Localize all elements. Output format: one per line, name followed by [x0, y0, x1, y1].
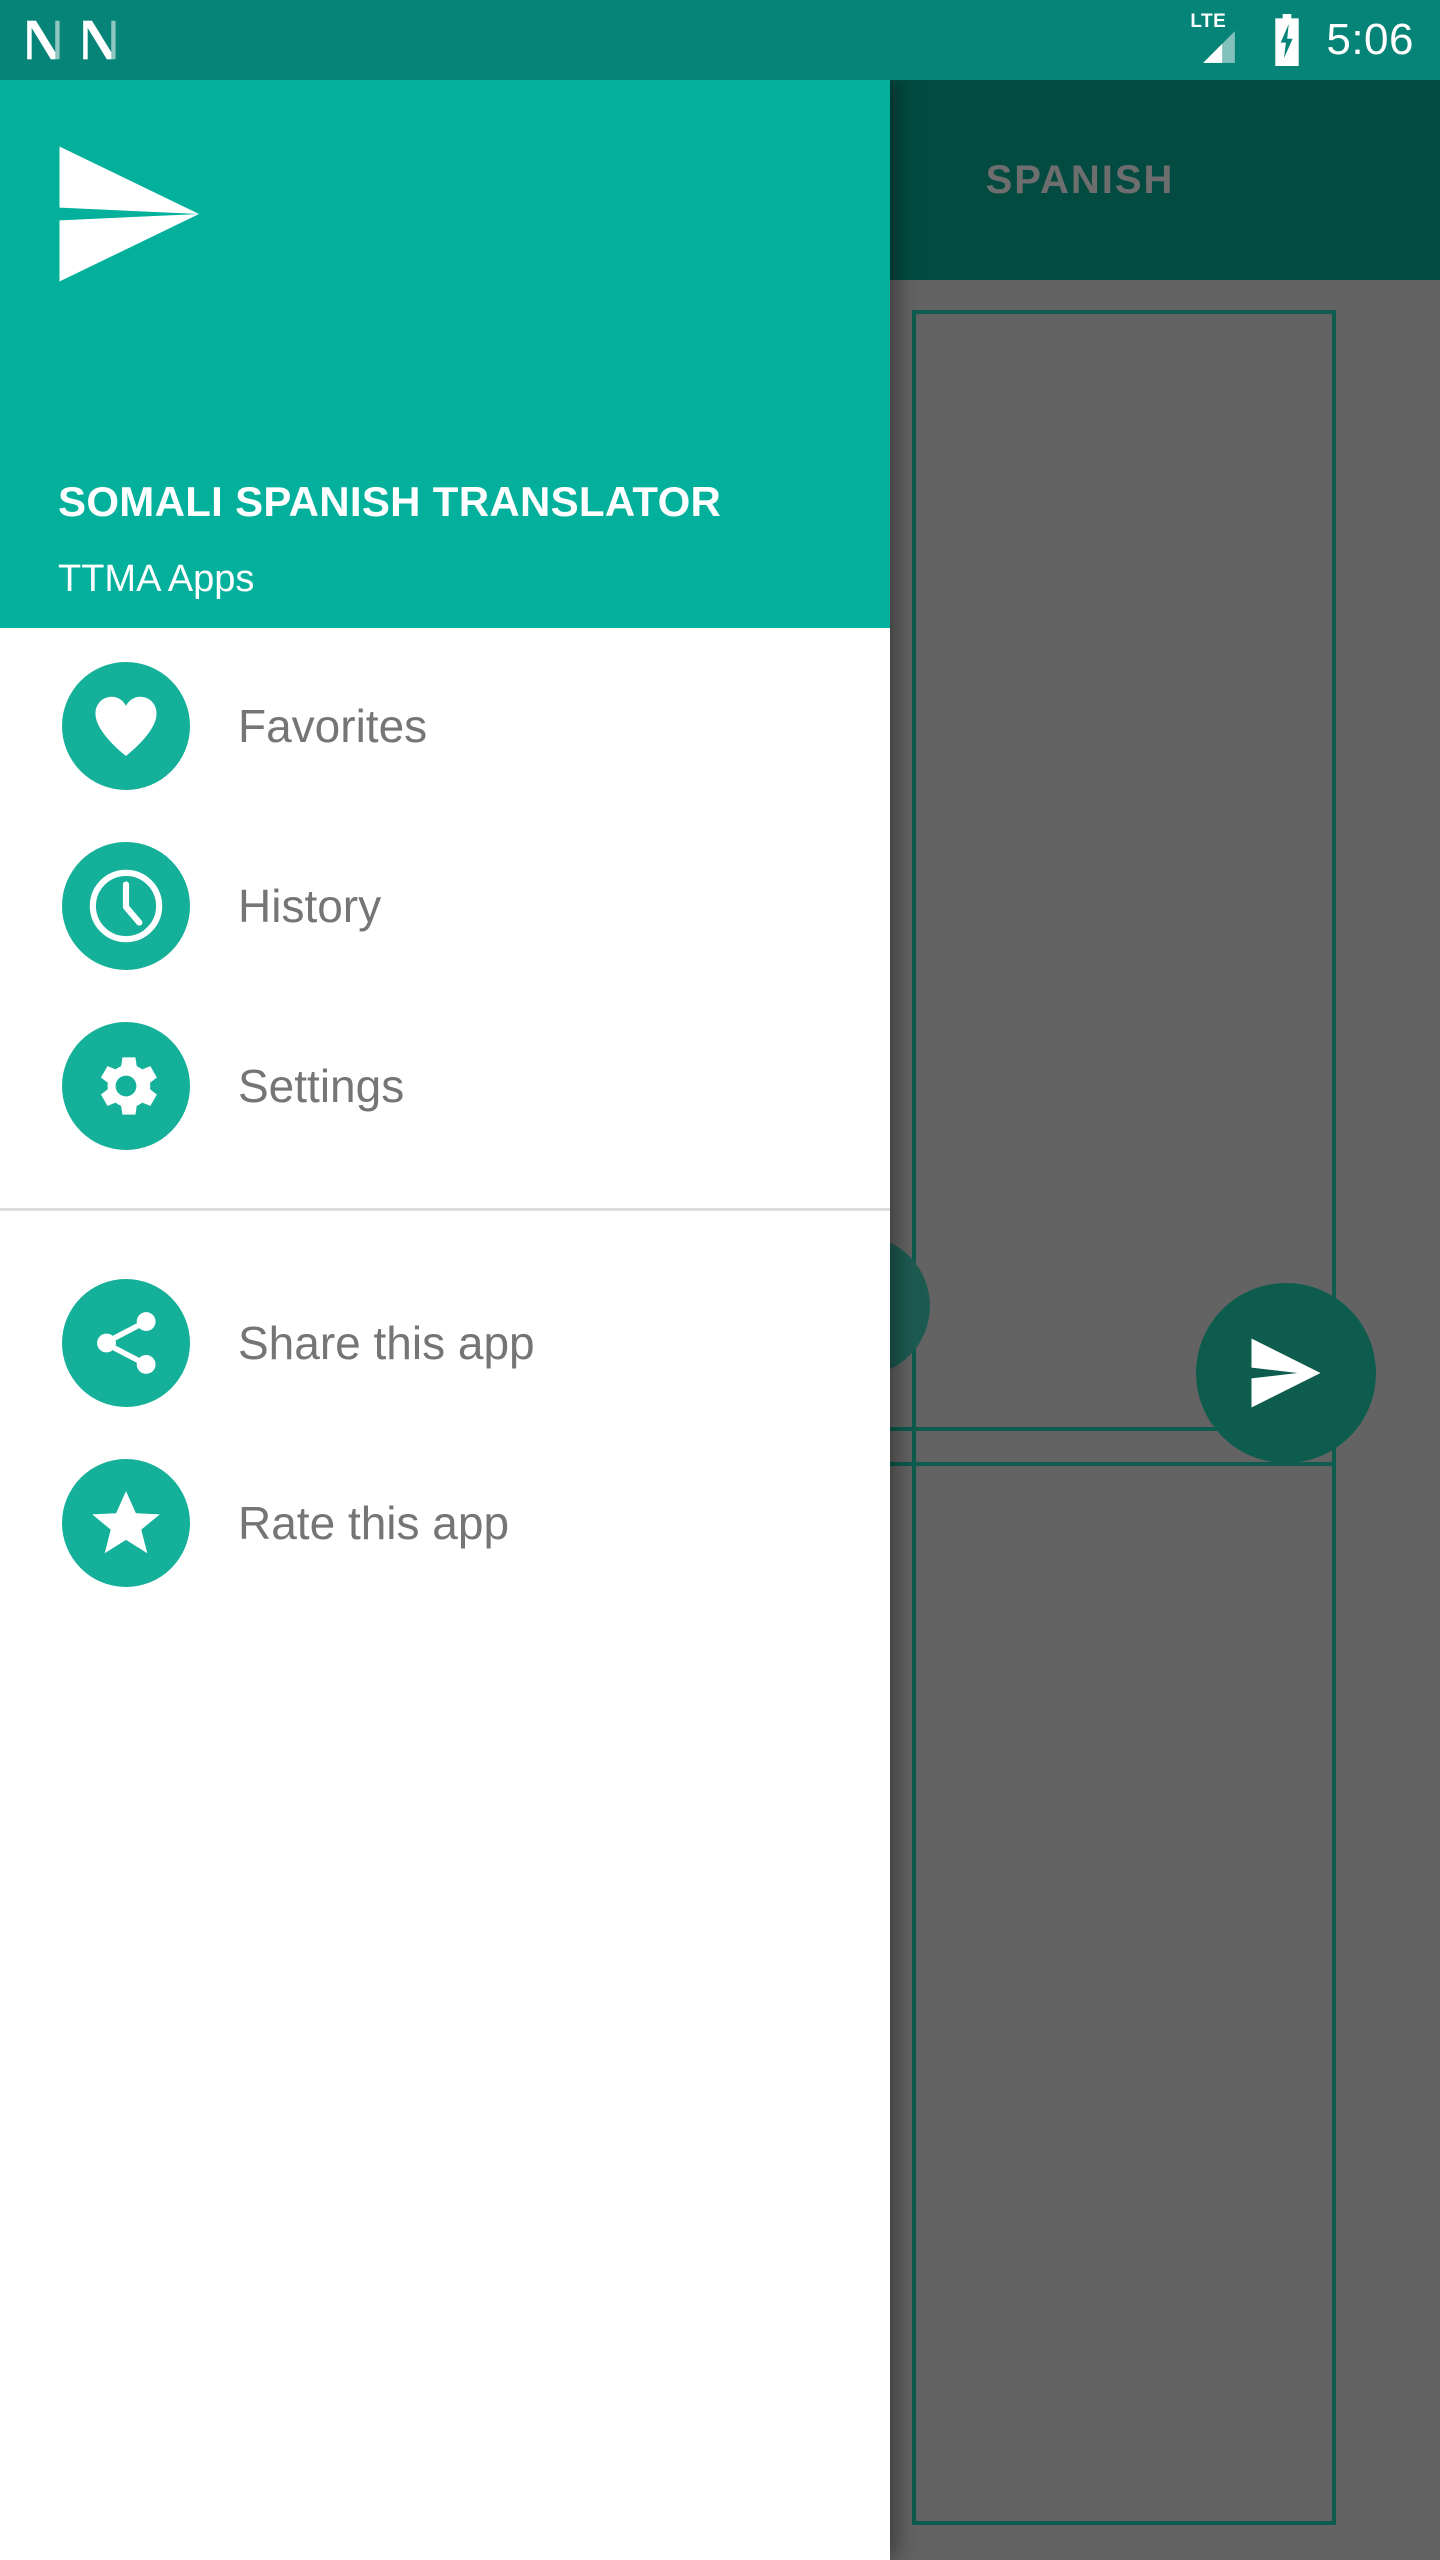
status-clock: 5:06	[1326, 15, 1414, 64]
drawer-menu: Favorites History Settings Share this ap…	[0, 628, 890, 1613]
n-logo-icon	[22, 17, 64, 63]
drawer-item-label: History	[238, 880, 382, 932]
gear-icon	[62, 1022, 190, 1150]
clock-icon	[62, 842, 190, 970]
heart-icon	[62, 662, 190, 790]
drawer-item-label: Settings	[238, 1060, 405, 1112]
drawer-item-rate-this-app[interactable]: Rate this app	[0, 1433, 890, 1613]
drawer-divider	[0, 1208, 890, 1211]
battery-charging-icon	[1270, 14, 1304, 66]
drawer-item-label: Rate this app	[238, 1497, 510, 1549]
drawer-item-label: Favorites	[238, 700, 428, 752]
status-notification-area	[0, 17, 120, 63]
n-logo-icon	[78, 17, 120, 63]
drawer-item-share-this-app[interactable]: Share this app	[0, 1253, 890, 1433]
drawer-item-label: Share this app	[238, 1317, 535, 1369]
signal-bars-icon: LTE	[1190, 12, 1248, 66]
star-icon	[62, 1459, 190, 1587]
drawer-item-history[interactable]: History	[0, 816, 890, 996]
drawer-app-title: SOMALI SPANISH TRANSLATOR	[58, 478, 722, 525]
drawer-item-settings[interactable]: Settings	[0, 996, 890, 1176]
paper-plane-logo-icon	[52, 142, 248, 292]
status-system-area: LTE 5:06	[1190, 12, 1440, 66]
status-bar: LTE 5:06	[0, 0, 1440, 80]
drawer-item-favorites[interactable]: Favorites	[0, 636, 890, 816]
share-icon	[62, 1279, 190, 1407]
drawer-header: SOMALI SPANISH TRANSLATOR TTMA Apps	[0, 80, 890, 628]
drawer-app-subtitle: TTMA Apps	[58, 558, 255, 600]
navigation-drawer: SOMALI SPANISH TRANSLATOR TTMA Apps Favo…	[0, 80, 890, 2560]
